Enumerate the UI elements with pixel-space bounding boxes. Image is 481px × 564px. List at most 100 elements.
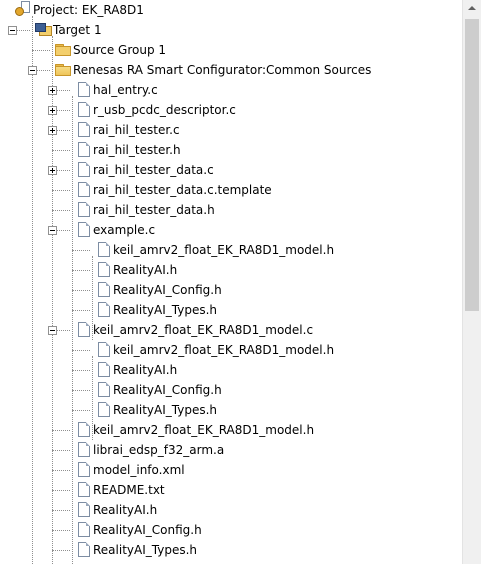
tree-item[interactable]: Renesas RA Smart Configurator:Common Sou… (0, 60, 462, 80)
tree-item-label: rai_hil_tester.h (93, 143, 181, 157)
tree-connector (72, 270, 90, 271)
expand-icon[interactable] (48, 86, 57, 95)
tree-connector (52, 510, 70, 511)
tree-item-label: rai_hil_tester_data.c (93, 163, 214, 177)
tree-item-label: Project: EK_RA8D1 (33, 3, 144, 17)
expand-icon[interactable] (48, 166, 57, 175)
tree-item[interactable]: rai_hil_tester_data.h (0, 200, 462, 220)
tree-item[interactable]: model_info.xml (0, 460, 462, 480)
scroll-up-arrow-icon[interactable] (463, 0, 481, 17)
file-icon (98, 302, 110, 317)
collapse-icon[interactable] (48, 326, 57, 335)
tree-connector (72, 410, 90, 411)
file-icon (78, 322, 90, 337)
file-icon (98, 362, 110, 377)
tree-item[interactable]: example.c (0, 220, 462, 240)
tree-connector (72, 310, 90, 311)
file-icon (78, 442, 90, 457)
tree-item-label: RealityAI.h (93, 503, 158, 517)
tree-connector (72, 290, 90, 291)
tree-item[interactable]: keil_amrv2_float_EK_RA8D1_model.c (0, 320, 462, 340)
file-icon (78, 522, 90, 537)
expand-icon[interactable] (48, 106, 57, 115)
folder-open-icon (55, 64, 71, 76)
tree-connector (72, 250, 90, 251)
tree-connector (52, 450, 70, 451)
file-icon (98, 342, 110, 357)
tree-item[interactable]: Source Group 1 (0, 40, 462, 60)
tree-item-label: rai_hil_tester.c (93, 123, 180, 137)
tree-item-label: RealityAI_Types.h (113, 303, 217, 317)
file-icon (78, 202, 90, 217)
tree-item-label: RealityAI_Config.h (93, 523, 202, 537)
tree-item-label: librai_edsp_f32_arm.a (93, 443, 225, 457)
file-icon (98, 402, 110, 417)
file-icon (78, 542, 90, 557)
tree-connector (52, 490, 70, 491)
tree-item[interactable]: RealityAI_Types.h (0, 540, 462, 560)
file-icon (98, 282, 110, 297)
file-icon (78, 102, 90, 117)
tree-item[interactable]: RealityAI_Config.h (0, 520, 462, 540)
tree-item-label: keil_amrv2_float_EK_RA8D1_model.h (113, 243, 335, 257)
collapse-icon[interactable] (8, 26, 17, 35)
collapse-icon[interactable] (28, 66, 37, 75)
tree-connector (72, 370, 90, 371)
tree-item-label: example.c (93, 223, 156, 237)
tree-item-label: keil_amrv2_float_EK_RA8D1_model.c (93, 323, 314, 337)
folder-icon (55, 44, 71, 56)
file-icon (78, 482, 90, 497)
tree-item[interactable]: keil_amrv2_float_EK_RA8D1_model.h (0, 420, 462, 440)
tree-item[interactable]: RealityAI.h (0, 260, 462, 280)
tree-item-label: rai_hil_tester_data.h (93, 203, 215, 217)
tree-connector (52, 190, 70, 191)
tree-item-label: RealityAI_Config.h (113, 383, 222, 397)
file-icon (78, 502, 90, 517)
file-icon (98, 262, 110, 277)
tree-item[interactable]: Target 1 (0, 20, 462, 40)
tree-item[interactable]: rai_hil_tester.c (0, 120, 462, 140)
tree-item-label: RealityAI_Types.h (113, 403, 217, 417)
tree-item-label: model_info.xml (93, 463, 185, 477)
tree-connector (32, 50, 50, 51)
tree-item[interactable]: keil_amrv2_float_EK_RA8D1_model.h (0, 240, 462, 260)
tree-connector (52, 470, 70, 471)
vertical-scrollbar[interactable] (462, 0, 481, 564)
tree-item[interactable]: RealityAI.h (0, 360, 462, 380)
tree-item[interactable]: keil_amrv2_float_EK_RA8D1_model.h (0, 340, 462, 360)
tree-item[interactable]: r_usb_pcdc_descriptor.c (0, 100, 462, 120)
tree-item[interactable]: rai_hil_tester_data.c.template (0, 180, 462, 200)
tree-connector (52, 150, 70, 151)
tree-item-label: keil_amrv2_float_EK_RA8D1_model.h (113, 343, 335, 357)
tree-connector (52, 550, 70, 551)
expand-icon[interactable] (48, 126, 57, 135)
tree-item[interactable]: hal_entry.c (0, 80, 462, 100)
tree-connector (52, 530, 70, 531)
tree-item-label: keil_amrv2_float_EK_RA8D1_model.h (93, 423, 315, 437)
tree-item-label: r_usb_pcdc_descriptor.c (93, 103, 236, 117)
file-icon (78, 162, 90, 177)
tree-item-label: RealityAI.h (113, 363, 178, 377)
collapse-icon[interactable] (48, 226, 57, 235)
file-icon (78, 142, 90, 157)
tree-item[interactable]: RealityAI_Config.h (0, 280, 462, 300)
tree-item[interactable]: rai_hil_tester.h (0, 140, 462, 160)
tree-item-label: RealityAI_Config.h (113, 283, 222, 297)
scroll-thumb[interactable] (465, 19, 479, 311)
file-icon (98, 382, 110, 397)
tree-item[interactable]: RealityAI_Config.h (0, 380, 462, 400)
tree-item-label: README.txt (93, 483, 165, 497)
file-icon (98, 242, 110, 257)
tree-item[interactable]: README.txt (0, 480, 462, 500)
project-tree[interactable]: Project: EK_RA8D1 Target 1 Source Group 1 R… (0, 0, 462, 564)
tree-connector (52, 210, 70, 211)
file-icon (78, 82, 90, 97)
tree-item[interactable]: rai_hil_tester_data.c (0, 160, 462, 180)
tree-item-label: Target 1 (53, 23, 102, 37)
tree-item[interactable]: RealityAI.h (0, 500, 462, 520)
tree-item-label: Source Group 1 (73, 43, 167, 57)
tree-item[interactable]: Project: EK_RA8D1 (0, 0, 462, 20)
tree-item[interactable]: RealityAI_Types.h (0, 300, 462, 320)
tree-item[interactable]: RealityAI_Types.h (0, 400, 462, 420)
tree-item[interactable]: librai_edsp_f32_arm.a (0, 440, 462, 460)
